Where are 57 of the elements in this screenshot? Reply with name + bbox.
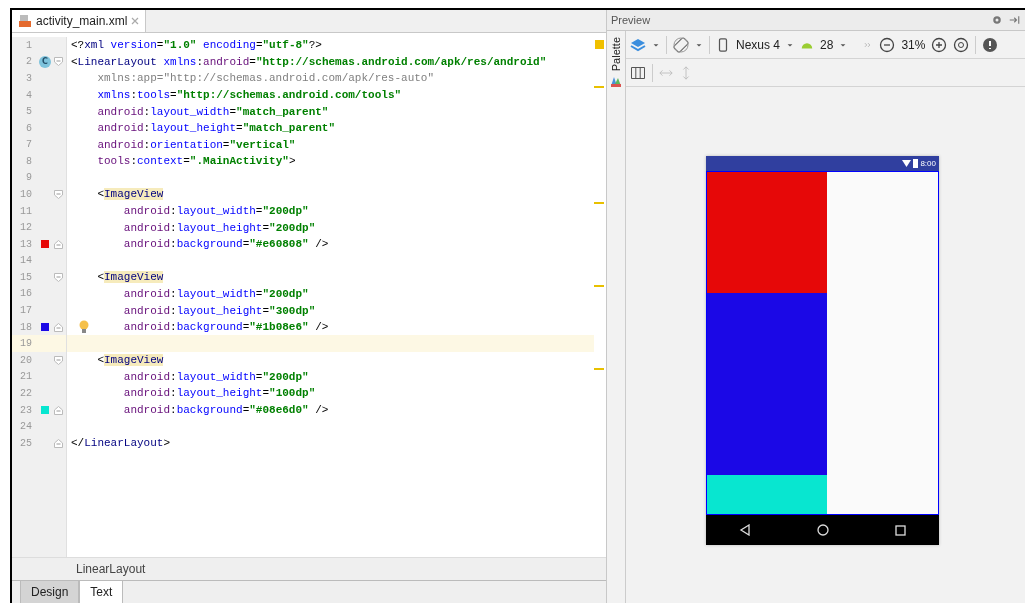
code-line: <ImageView: [97, 354, 164, 367]
code-line: android:layout_width="200dp": [123, 370, 309, 383]
line-number: 25: [19, 437, 32, 449]
line-number: 19: [19, 338, 32, 350]
line-number: 8: [25, 155, 32, 167]
editor-mode-tab[interactable]: Design: [20, 581, 80, 603]
zoom-level: 31%: [901, 37, 926, 52]
line-number: 4: [25, 89, 32, 101]
line-number: 23: [19, 404, 32, 416]
line-number: 12: [19, 222, 32, 234]
code-line: <ImageView: [97, 188, 164, 201]
line-number: 5: [25, 106, 32, 118]
line-number: 16: [19, 288, 32, 300]
code-line: android:layout_width="200dp": [123, 287, 309, 300]
code-line: android:layout_width="match_parent": [97, 105, 329, 118]
line-number: 9: [25, 172, 32, 184]
line-number: 6: [25, 122, 32, 134]
code-line: android:layout_height="300dp": [123, 304, 316, 317]
code-line: android:background="#1b08e6" />: [123, 321, 329, 334]
code-line: android:layout_width="200dp": [123, 205, 309, 218]
palette-tab[interactable]: Palette: [610, 37, 622, 72]
line-number: 20: [19, 354, 32, 366]
line-number: 17: [19, 305, 32, 317]
line-number: 22: [19, 387, 32, 399]
line-number: 14: [19, 255, 32, 267]
line-number: 15: [19, 271, 32, 283]
file-tab[interactable]: activity_main.xml: [12, 10, 147, 32]
device-selector[interactable]: Nexus 4: [736, 37, 781, 52]
code-line: android:layout_height="match_parent": [97, 122, 336, 135]
code-line: android:layout_height="100dp": [123, 387, 316, 400]
code-line: <ImageView: [97, 271, 164, 284]
line-number: 24: [19, 421, 32, 433]
line-number: 18: [19, 321, 32, 333]
code-line: <LinearLayout xmlns:android="http://schemas.android.com/apk/res/android": [71, 55, 547, 68]
class-icon: C: [39, 55, 51, 68]
line-number: 13: [19, 238, 32, 250]
code-line: android:orientation="vertical": [97, 138, 296, 151]
line-number: 11: [19, 205, 32, 217]
line-number: 7: [25, 139, 32, 151]
line-number: 21: [19, 371, 32, 383]
line-number: 3: [25, 72, 32, 84]
code-line: tools:context=".MainActivity">: [97, 155, 296, 168]
code-line: android:background="#08e6d0" />: [123, 404, 329, 416]
breadcrumb[interactable]: LinearLayout: [76, 562, 146, 576]
status-time: 8:00: [920, 159, 936, 168]
code-line: xmlns:app="http://schemas.android.com/apk/res-auto": [97, 72, 435, 85]
editor-mode-tab[interactable]: Text: [79, 581, 124, 603]
code-line: </LinearLayout>: [71, 437, 171, 450]
code-line: xmlns:tools="http://schemas.android.com/tools": [97, 89, 402, 101]
api-level-selector[interactable]: 28: [820, 37, 834, 52]
line-number: 2: [25, 56, 32, 68]
code-line: android:background="#e60808" />: [123, 238, 329, 251]
code-line: android:layout_height="200dp": [123, 221, 316, 234]
line-number: 1: [25, 39, 32, 51]
code-line: <?xml version="1.0" encoding="utf-8"?>: [71, 39, 322, 52]
line-number: 10: [19, 189, 32, 200]
panel-title: Preview: [611, 14, 651, 26]
